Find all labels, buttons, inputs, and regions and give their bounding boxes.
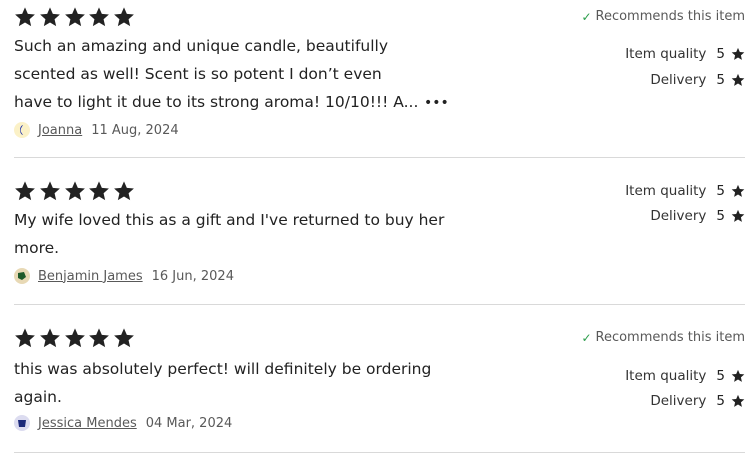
item-quality-rating: Item quality 5 (625, 367, 745, 385)
more-options-icon[interactable]: ••• (424, 93, 449, 113)
star-icon (731, 394, 745, 408)
divider (14, 157, 745, 158)
delivery-rating: Delivery 5 (650, 392, 745, 410)
star-icon (64, 327, 88, 349)
review-text-line: more. (14, 239, 60, 257)
divider (14, 304, 745, 305)
star-icon (64, 180, 88, 202)
star-icon (731, 369, 745, 383)
star-icon (39, 327, 63, 349)
delivery-value: 5 (716, 393, 725, 409)
recommends-label: Recommends this item (595, 330, 746, 345)
review-3: ✓ Recommends this item this was absolute… (14, 327, 745, 437)
star-icon (88, 180, 112, 202)
item-quality-label: Item quality (625, 46, 707, 62)
review-author: Joanna 11 Aug, 2024 (14, 120, 179, 140)
avatar (14, 122, 30, 138)
item-quality-value: 5 (716, 183, 725, 199)
review-text: Such an amazing and unique candle, beaut… (14, 32, 444, 116)
recommends-badge: ✓ Recommends this item (581, 9, 745, 24)
item-quality-rating: Item quality 5 (625, 45, 745, 63)
author-name-link[interactable]: Joanna (38, 123, 82, 138)
check-icon: ✓ (581, 330, 592, 345)
review-text: My wife loved this as a gift and I've re… (14, 206, 454, 262)
recommends-badge: ✓ Recommends this item (581, 330, 745, 345)
rating-stars (14, 180, 138, 204)
review-text: this was absolutely perfect! will defini… (14, 355, 454, 411)
delivery-label: Delivery (650, 208, 707, 224)
item-quality-label: Item quality (625, 183, 707, 199)
item-quality-label: Item quality (625, 368, 707, 384)
delivery-rating: Delivery 5 (650, 207, 745, 225)
delivery-value: 5 (716, 208, 725, 224)
star-icon (731, 184, 745, 198)
review-text-line: Such an amazing and unique candle, beaut… (14, 37, 389, 55)
delivery-label: Delivery (650, 393, 707, 409)
star-icon (731, 47, 745, 61)
star-icon (113, 180, 137, 202)
item-quality-value: 5 (716, 368, 725, 384)
star-icon (39, 180, 63, 202)
delivery-rating: Delivery 5 (650, 71, 745, 89)
star-icon (39, 6, 63, 28)
review-2: My wife loved this as a gift and I've re… (14, 180, 745, 290)
author-name-link[interactable]: Benjamin James (38, 269, 143, 284)
star-icon (14, 180, 38, 202)
review-text-line: My wife loved this as a gift and I've re… (14, 211, 445, 229)
divider (14, 452, 745, 453)
item-quality-rating: Item quality 5 (625, 182, 745, 200)
review-text-line: this was absolutely perfect! will defini… (14, 360, 432, 378)
review-author: Benjamin James 16 Jun, 2024 (14, 266, 234, 286)
author-name-link[interactable]: Jessica Mendes (38, 416, 137, 431)
avatar (14, 415, 30, 431)
star-icon (113, 327, 137, 349)
star-icon (731, 73, 745, 87)
review-text-line: have to light it due to its strong aroma… (14, 93, 419, 111)
review-author: Jessica Mendes 04 Mar, 2024 (14, 413, 232, 433)
star-icon (14, 327, 38, 349)
review-date: 11 Aug, 2024 (91, 122, 179, 138)
star-icon (64, 6, 88, 28)
star-icon (88, 6, 112, 28)
review-text-line: again. (14, 388, 62, 406)
star-icon (113, 6, 137, 28)
star-icon (14, 6, 38, 28)
review-text-line: scented as well! Scent is so potent I do… (14, 65, 382, 83)
review-date: 16 Jun, 2024 (151, 268, 234, 284)
check-icon: ✓ (581, 9, 592, 24)
delivery-label: Delivery (650, 72, 707, 88)
delivery-value: 5 (716, 72, 725, 88)
item-quality-value: 5 (716, 46, 725, 62)
star-icon (731, 209, 745, 223)
avatar (14, 268, 30, 284)
rating-stars (14, 6, 138, 30)
star-icon (88, 327, 112, 349)
review-1: ✓ Recommends this item Such an amazing a… (14, 6, 745, 146)
rating-stars (14, 327, 138, 351)
recommends-label: Recommends this item (595, 9, 746, 24)
review-date: 04 Mar, 2024 (145, 415, 233, 431)
